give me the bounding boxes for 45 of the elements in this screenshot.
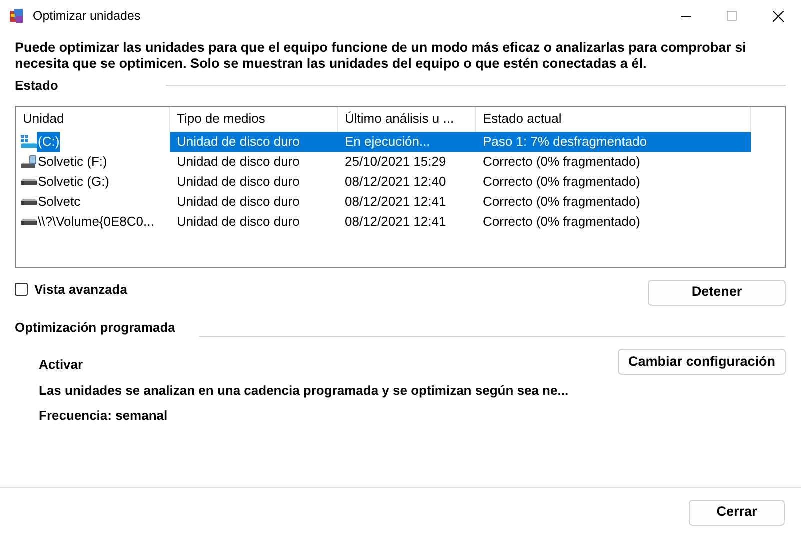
maximize-icon — [727, 11, 737, 21]
table-cell-text: \\?\Volume{0E8C0... — [37, 212, 154, 231]
table-cell-text: Unidad de disco duro — [176, 172, 301, 191]
table-cell: Unidad de disco duro — [170, 132, 338, 152]
schedule-description: Las unidades se analizan en una cadencia programada y se optimizan según sea ne... — [39, 382, 569, 400]
table-cell-text: Solvetc — [37, 192, 81, 211]
table-cell-text: 25/10/2021 15:29 — [344, 152, 448, 171]
table-cell-text: 08/12/2021 12:40 — [344, 172, 448, 191]
table-cell-text: Solvetic (F:) — [37, 152, 108, 171]
description-text: Puede optimizar las unidades para que el equipo funcione de un modo más eficaz o analizarlas para comprobar si necesita que se optimicen. Solo se muestran las unidades del equipo o que estén conectadas a él. — [15, 40, 748, 72]
table-row[interactable]: Solvetc Unidad de disco duro 08/12/2021 12:41 Correcto (0% fragmentado) — [16, 192, 785, 212]
table-cell-text: 08/12/2021 12:41 — [344, 192, 448, 211]
table-cell-text: Unidad de disco duro — [176, 152, 301, 171]
table-cell: En ejecución... — [338, 132, 476, 152]
window-title: Optimizar unidades — [33, 8, 141, 25]
table-cell-text: Solvetic (G:) — [37, 172, 110, 191]
advanced-view-checkbox[interactable]: Vista avanzada — [15, 280, 128, 299]
table-cell-text: Correcto (0% fragmentado) — [482, 152, 642, 171]
stop-button[interactable]: Detener — [648, 280, 786, 306]
schedule-status: Activar — [39, 356, 84, 374]
checkbox-box[interactable] — [15, 282, 28, 296]
table-row[interactable]: \\?\Volume{0E8C0... Unidad de disco duro 08/12/2021 12:41 Correcto (0% fragmentado) — [16, 212, 785, 232]
table-cell-text: Unidad de disco duro — [176, 192, 301, 211]
drive-icon — [21, 178, 37, 184]
drive-icon — [21, 154, 37, 168]
app-icon — [9, 8, 25, 24]
section-title: Estado — [15, 77, 58, 95]
table-cell-text: Correcto (0% fragmentado) — [482, 192, 642, 211]
drive-icon — [21, 218, 37, 224]
table-cell: Paso 1: 7% desfragmentado — [476, 132, 751, 152]
section-title: Optimización programada — [15, 318, 176, 337]
drive-icon — [21, 134, 37, 148]
frequency-text: Frecuencia: semanal — [39, 407, 169, 425]
table-cell-text: 08/12/2021 12:41 — [344, 212, 448, 231]
table-row[interactable]: (C:) Unidad de disco duro En ejecución... Paso 1: 7% desfragmentado — [16, 132, 785, 152]
table-cell: (C:) — [37, 132, 60, 152]
table-cell-text: Correcto (0% fragmentado) — [482, 212, 642, 231]
change-settings-button[interactable]: Cambiar configuración — [618, 349, 786, 375]
table-cell-text: Unidad de disco duro — [176, 212, 301, 231]
close-icon — [772, 10, 784, 22]
table-row[interactable]: Solvetic (G:) Unidad de disco duro 08/12/2021 12:40 Correcto (0% fragmentado) — [16, 172, 785, 192]
table-cell-text: Correcto (0% fragmentado) — [482, 172, 642, 191]
close-dialog-button[interactable]: Cerrar — [689, 500, 785, 526]
drive-icon — [21, 198, 37, 204]
table-row[interactable]: Solvetic (F:) Unidad de disco duro 25/10/2021 15:29 Correcto (0% fragmentado) — [16, 152, 785, 172]
